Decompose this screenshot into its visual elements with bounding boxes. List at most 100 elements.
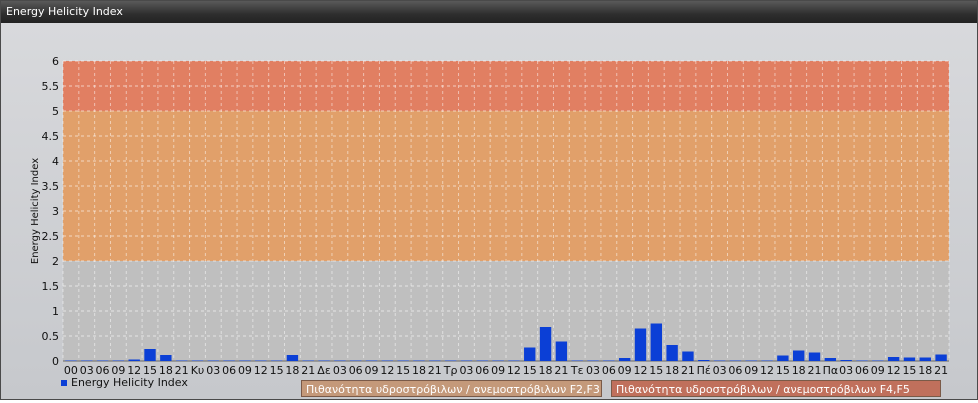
bar-36 [634,328,647,361]
bar-26 [476,360,488,361]
bar-44 [761,360,773,361]
bar-32 [571,360,583,361]
bar-35 [618,358,631,361]
bar-14 [286,355,299,361]
bar-48 [824,358,837,361]
bar-6 [160,355,172,361]
x-tick-label: 18 [412,364,426,377]
x-tick-label: 12 [380,364,394,377]
y-tick-label: 1.5 [42,280,60,293]
x-tick-label: 15 [902,364,916,377]
y-tick-label: 3.5 [42,180,60,193]
x-tick-label: 03 [839,364,853,377]
bar-54 [919,357,931,361]
x-tick-label: Δε [317,364,331,377]
series-legend[interactable]: Energy Helicity Index [61,376,188,389]
bar-46 [793,350,805,361]
bar-29 [524,347,536,361]
bar-45 [777,355,789,361]
y-tick-label: 6 [52,55,59,68]
x-tick-label: 09 [744,364,758,377]
bar-8 [191,360,204,361]
x-tick-label: 21 [428,364,442,377]
bar-43 [745,360,757,361]
x-tick-labels: 00 03 06 09 12 15 18 21 Κυ 03 06 09 12 15 18 21 Δε 03 06 09… [64,364,948,377]
bar-33 [587,360,599,361]
y-tick-label: 4.5 [42,130,60,143]
bar-28 [508,360,520,361]
bar-19 [365,360,378,361]
x-tick-label: 03 [333,364,347,377]
x-tick-label: 18 [539,364,553,377]
x-tick-label: Τρ [443,364,458,377]
window-title: Energy Helicity Index [1,1,977,23]
legend-label: Energy Helicity Index [71,376,188,389]
y-axis-label: Energy Helicity Index [30,158,41,264]
x-tick-label: 06 [222,364,236,377]
y-tick-labels: 0 0.5 1 1.5 2 2.5 3 3.5 4 4.5 5 5.5 6 [42,55,60,368]
bar-13 [270,360,283,361]
bar-1 [81,360,93,361]
y-tick-label: 5 [52,105,59,118]
chart-area: 0 0.5 1 1.5 2 2.5 3 3.5 4 4.5 5 5.5 6 00 03 06 09 12 15 18… [1,23,977,399]
x-tick-label: 06 [349,364,363,377]
x-tick-label: 18 [918,364,932,377]
x-tick-label: 18 [792,364,806,377]
band-legend-f4f5: Πιθανότητα υδροστρόβιλων / ανεμοστρόβιλω… [611,380,941,397]
x-tick-label: 18 [285,364,299,377]
chart-window: Energy Helicity Index 0 0.5 1 1.5 2 2.5 3 3.5 4 4… [0,0,978,400]
x-tick-label: 12 [254,364,268,377]
x-tick-label: 09 [871,364,885,377]
x-tick-label: 09 [365,364,379,377]
bar-53 [903,357,916,361]
bar-7 [175,360,188,361]
bar-24 [444,360,457,361]
y-tick-label: 0.5 [42,330,60,343]
y-tick-label: 3 [52,205,59,218]
bar-5 [144,349,156,361]
x-tick-label: 09 [238,364,252,377]
legend-swatch [61,379,67,386]
band-legend-f2f3: Πιθανότητα υδροστρόβιλων / ανεμοστρόβιλω… [301,380,602,397]
x-tick-label: 18 [665,364,679,377]
x-tick-label: 21 [808,364,822,377]
x-tick-label: Κυ [191,364,205,377]
x-tick-label: 03 [206,364,220,377]
x-tick-label: 06 [602,364,616,377]
bar-31 [555,341,568,361]
bar-55 [935,354,947,361]
x-tick-label: Τε [570,364,584,377]
y-tick-label: 1 [52,305,59,318]
bar-47 [808,352,821,361]
bar-39 [682,351,694,361]
bar-49 [840,360,852,361]
bar-3 [112,360,125,361]
bar-9 [207,360,219,361]
bar-52 [887,357,900,361]
bar-38 [666,345,678,361]
x-tick-label: 15 [270,364,284,377]
bar-18 [350,360,362,361]
x-tick-label: 21 [681,364,695,377]
x-tick-label: 12 [633,364,647,377]
bar-50 [856,360,868,361]
y-tick-label: 2 [52,255,59,268]
x-tick-label: Πέ [697,364,711,377]
bar-2 [96,360,109,361]
bar-22 [413,360,425,361]
x-tick-label: 09 [491,364,505,377]
x-tick-label: 15 [523,364,537,377]
x-tick-label: 03 [586,364,600,377]
x-tick-label: 06 [728,364,742,377]
y-tick-label: 2.5 [42,230,60,243]
x-tick-label: 03 [459,364,473,377]
x-tick-label: 12 [507,364,521,377]
x-tick-label: 15 [776,364,790,377]
bar-23 [429,360,441,361]
x-tick-label: 12 [760,364,774,377]
bar-15 [302,360,314,361]
y-tick-label: 5.5 [42,80,60,93]
x-tick-label: 12 [887,364,901,377]
x-tick-label: 21 [554,364,568,377]
bar-37 [650,323,662,361]
